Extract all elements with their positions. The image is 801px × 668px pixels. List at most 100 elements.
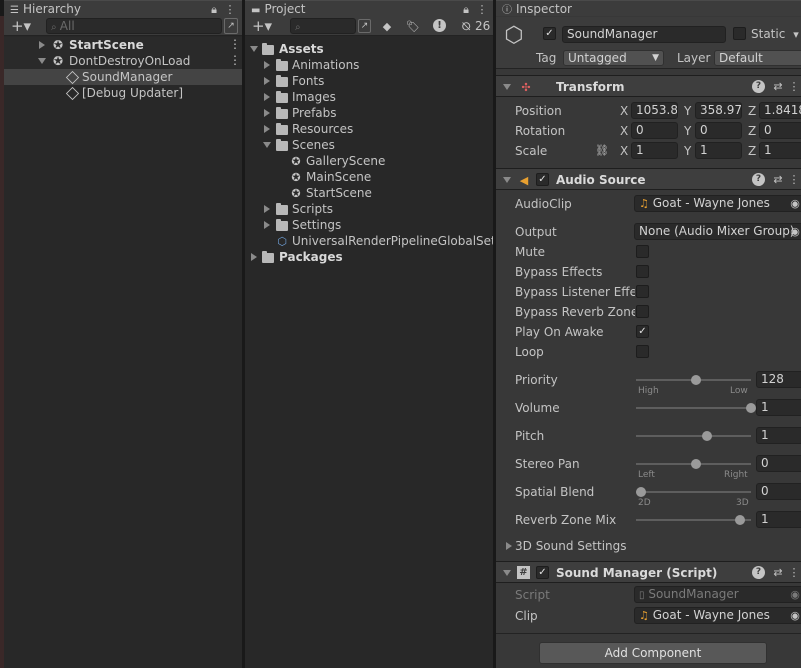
inspector-tab[interactable]: ⓘ Inspector <box>496 0 801 16</box>
hierarchy-item-debug-updater[interactable]: [Debug Updater] <box>4 85 242 101</box>
collapse-arrow-icon[interactable] <box>263 142 271 148</box>
active-checkbox[interactable]: ✓ <box>543 27 556 40</box>
expand-arrow-icon[interactable] <box>264 221 270 229</box>
object-picker-icon[interactable]: ◉ <box>789 224 801 239</box>
bypass-reverb-checkbox[interactable] <box>636 305 649 318</box>
object-name-field[interactable]: SoundManager <box>562 26 726 43</box>
scale-y-field[interactable]: 1 <box>695 142 742 159</box>
collapse-arrow-icon[interactable] <box>38 58 46 64</box>
project-tab[interactable]: ▬ Project 🔒︎ ⋮ <box>245 0 493 16</box>
audio-source-header[interactable]: ◀ ✓ Audio Source ? ⇄ ⋮ <box>496 168 801 190</box>
expand-arrow-icon[interactable] <box>264 205 270 213</box>
hierarchy-tab[interactable]: ☰ Hierarchy 🔒︎ ⋮ <box>4 0 242 16</box>
transform-header[interactable]: ✣ Transform ? ⇄ ⋮ <box>496 75 801 97</box>
spatial-blend-field[interactable]: 0 <box>756 483 801 500</box>
lock-icon[interactable]: 🔒︎ <box>208 2 220 16</box>
project-folder-row[interactable]: Animations <box>245 57 493 73</box>
project-folder-row[interactable]: Settings <box>245 217 493 233</box>
layer-dropdown[interactable]: Default <box>714 50 801 66</box>
rotation-z-field[interactable]: 0 <box>759 122 801 139</box>
project-folder-row[interactable]: Scripts <box>245 201 493 217</box>
rotation-x-field[interactable]: 0 <box>631 122 678 139</box>
component-menu-icon[interactable]: ⋮ <box>789 79 800 94</box>
pitch-field[interactable]: 1 <box>756 427 801 444</box>
filter-by-type-icon[interactable]: ◆ <box>379 18 395 34</box>
collapse-arrow-icon[interactable] <box>503 84 511 90</box>
expand-arrow-icon[interactable] <box>251 253 257 261</box>
create-dropdown-icon[interactable]: +▾ <box>249 18 275 34</box>
scene-menu-icon[interactable]: ⋮ <box>229 38 241 50</box>
sound-3d-settings-foldout[interactable]: 3D Sound Settings <box>496 538 801 554</box>
mute-checkbox[interactable] <box>636 245 649 258</box>
scale-x-field[interactable]: 1 <box>631 142 678 159</box>
volume-slider-handle[interactable] <box>746 403 756 413</box>
position-x-field[interactable]: 1053.8 <box>631 102 678 119</box>
position-y-field[interactable]: 358.97 <box>695 102 742 119</box>
priority-slider-handle[interactable] <box>691 375 701 385</box>
hidden-packages-icon[interactable]: ⦰ <box>457 18 475 34</box>
object-picker-icon[interactable]: ◉ <box>789 196 801 211</box>
component-menu-icon[interactable]: ⋮ <box>789 565 800 580</box>
scale-z-field[interactable]: 1 <box>759 142 801 159</box>
component-enabled-checkbox[interactable]: ✓ <box>536 566 549 579</box>
scene-menu-icon[interactable]: ⋮ <box>229 54 241 66</box>
bypass-listener-checkbox[interactable] <box>636 285 649 298</box>
collapse-arrow-icon[interactable] <box>503 177 511 183</box>
filter-by-label-icon[interactable]: 🏷︎ <box>405 18 421 34</box>
output-field[interactable]: None (Audio Mixer Group) <box>634 223 801 240</box>
project-scene-row[interactable]: ✪ StartScene <box>245 185 493 201</box>
rotation-y-field[interactable]: 0 <box>695 122 742 139</box>
expand-arrow-icon[interactable] <box>264 77 270 85</box>
project-row-assets[interactable]: Assets <box>245 41 493 57</box>
pitch-slider-handle[interactable] <box>702 431 712 441</box>
project-row-packages[interactable]: Packages <box>245 249 493 265</box>
object-picker-icon[interactable]: ◉ <box>789 608 801 623</box>
static-checkbox[interactable] <box>733 27 746 40</box>
expand-arrow-icon[interactable] <box>264 61 270 69</box>
loop-checkbox[interactable] <box>636 345 649 358</box>
create-dropdown-icon[interactable]: +▾ <box>8 18 34 34</box>
audioclip-field[interactable]: ♫ Goat - Wayne Jones <box>634 195 801 212</box>
reverb-mix-slider-track[interactable] <box>636 519 751 521</box>
project-asset-row-urp[interactable]: ⬡ UniversalRenderPipelineGlobalSetti <box>245 233 493 249</box>
tag-dropdown[interactable]: Untagged ▼ <box>563 50 664 66</box>
expand-arrow-icon[interactable] <box>264 93 270 101</box>
hierarchy-search-field[interactable]: ⌕ All <box>46 18 222 34</box>
component-enabled-checkbox[interactable]: ✓ <box>536 173 549 186</box>
search-by-type-icon[interactable]: ↗ <box>358 19 371 33</box>
lock-icon[interactable]: 🔒︎ <box>460 2 472 16</box>
presets-icon[interactable]: ⇄ <box>771 565 785 580</box>
static-dropdown-icon[interactable]: ▾ <box>792 27 800 41</box>
priority-field[interactable]: 128 <box>756 371 801 388</box>
clip-field[interactable]: ♫ Goat - Wayne Jones <box>634 607 801 624</box>
reverb-mix-slider-handle[interactable] <box>735 515 745 525</box>
collapse-arrow-icon[interactable] <box>250 46 258 52</box>
warning-toggle-icon[interactable]: ! <box>433 19 446 32</box>
stereo-pan-slider-handle[interactable] <box>691 459 701 469</box>
volume-field[interactable]: 1 <box>756 399 801 416</box>
project-folder-row[interactable]: Fonts <box>245 73 493 89</box>
sound-manager-script-header[interactable]: # ✓ Sound Manager (Script) ? ⇄ ⋮ <box>496 561 801 583</box>
spatial-blend-slider-track[interactable] <box>636 491 751 493</box>
position-z-field[interactable]: 1.8418 <box>759 102 801 119</box>
project-folder-row[interactable]: Prefabs <box>245 105 493 121</box>
project-scene-row[interactable]: ✪ MainScene <box>245 169 493 185</box>
scene-visibility-icon[interactable]: ↗ <box>224 18 238 34</box>
scene-row-startscene[interactable]: ✪ StartScene <box>4 37 242 53</box>
expand-arrow-icon[interactable] <box>264 109 270 117</box>
project-folder-row[interactable]: Images <box>245 89 493 105</box>
constrain-proportions-icon[interactable]: ⛓︎ <box>595 143 609 158</box>
pitch-slider-track[interactable] <box>636 435 751 437</box>
kebab-menu-icon[interactable]: ⋮ <box>225 2 236 16</box>
expand-arrow-icon[interactable] <box>39 41 45 49</box>
stereo-pan-field[interactable]: 0 <box>756 455 801 472</box>
collapse-arrow-icon[interactable] <box>503 570 511 576</box>
project-folder-row[interactable]: Resources <box>245 121 493 137</box>
play-on-awake-checkbox[interactable]: ✓ <box>636 325 649 338</box>
project-folder-row-scenes[interactable]: Scenes <box>245 137 493 153</box>
add-component-button[interactable]: Add Component <box>539 642 767 664</box>
kebab-menu-icon[interactable]: ⋮ <box>477 2 488 16</box>
hierarchy-item-soundmanager[interactable]: SoundManager <box>4 69 242 85</box>
project-search-field[interactable]: ⌕ <box>290 18 356 34</box>
project-scene-row[interactable]: ✪ GalleryScene <box>245 153 493 169</box>
